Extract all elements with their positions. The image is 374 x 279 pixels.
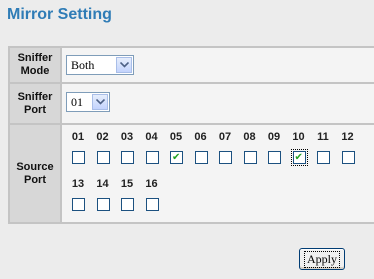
sniffer-port-cell: 01 [62, 84, 374, 123]
source-port-checkbox[interactable] [121, 198, 134, 211]
chevron-down-icon[interactable] [92, 94, 108, 110]
apply-button[interactable]: Apply [299, 248, 345, 270]
sniffer-mode-label: Sniffer Mode [10, 48, 60, 82]
source-port-checkbox[interactable] [243, 151, 257, 164]
port-number-label: 06 [194, 131, 207, 143]
port-number-label: 02 [96, 131, 109, 143]
source-port-cell: 01 02 03 04 05 ✔ 06 07 08 09 10 ✔ 11 12 13 14 15 16 [62, 125, 374, 222]
source-port-checkbox[interactable] [194, 151, 208, 164]
port-number-label: 09 [267, 131, 281, 143]
source-port-checkbox[interactable] [121, 151, 134, 164]
source-port-checkbox[interactable] [317, 151, 330, 164]
sniffer-mode-value: Both [71, 58, 95, 72]
source-port-checkbox[interactable] [72, 198, 85, 211]
sniffer-mode-cell: Both [62, 48, 374, 82]
port-number-label: 14 [96, 178, 109, 190]
apply-button-label: Apply [304, 250, 340, 268]
sniffer-mode-label-text: Sniffer Mode [17, 52, 53, 77]
source-port-checkbox[interactable]: ✔ [170, 151, 183, 164]
source-port-checkbox[interactable] [268, 151, 281, 164]
port-number-label: 08 [243, 131, 256, 143]
source-port-checkbox[interactable] [219, 151, 232, 164]
port-number-label: 15 [120, 178, 134, 190]
port-number-label: 01 [71, 131, 85, 143]
sniffer-mode-select[interactable]: Both [66, 55, 134, 75]
port-number-label: 16 [145, 178, 158, 190]
port-number-label: 04 [145, 131, 158, 143]
sniffer-port-select[interactable]: 01 [66, 92, 110, 112]
source-port-label-text: Source Port [16, 160, 54, 186]
sniffer-port-label-text: Sniffer Port [17, 90, 53, 116]
port-number-label: 11 [317, 131, 329, 143]
port-number-label: 10 [292, 131, 305, 143]
port-number-label: 05 [169, 131, 183, 143]
sniffer-port-label: Sniffer Port [10, 84, 60, 123]
source-port-checkbox[interactable] [96, 198, 110, 211]
mirror-setting-panel: Mirror Setting Sniffer Mode Both Sniffer… [0, 0, 374, 279]
source-port-checkbox[interactable] [96, 151, 110, 164]
source-port-checkbox[interactable] [145, 151, 159, 164]
source-port-checkbox[interactable] [72, 151, 85, 164]
port-number-label: 12 [341, 131, 354, 143]
source-port-label: Source Port [10, 125, 60, 222]
source-port-checkbox[interactable]: ✔ [290, 149, 308, 166]
page-title: Mirror Setting [7, 6, 112, 23]
source-port-checkbox[interactable] [341, 151, 355, 164]
port-number-label: 13 [71, 178, 85, 190]
check-icon: ✔ [294, 152, 303, 163]
source-port-checkbox[interactable] [145, 198, 159, 211]
port-number-label: 03 [120, 131, 134, 143]
check-icon: ✔ [172, 152, 181, 163]
port-number-label: 07 [218, 131, 232, 143]
sniffer-port-value: 01 [71, 95, 83, 109]
chevron-down-icon[interactable] [116, 57, 132, 73]
